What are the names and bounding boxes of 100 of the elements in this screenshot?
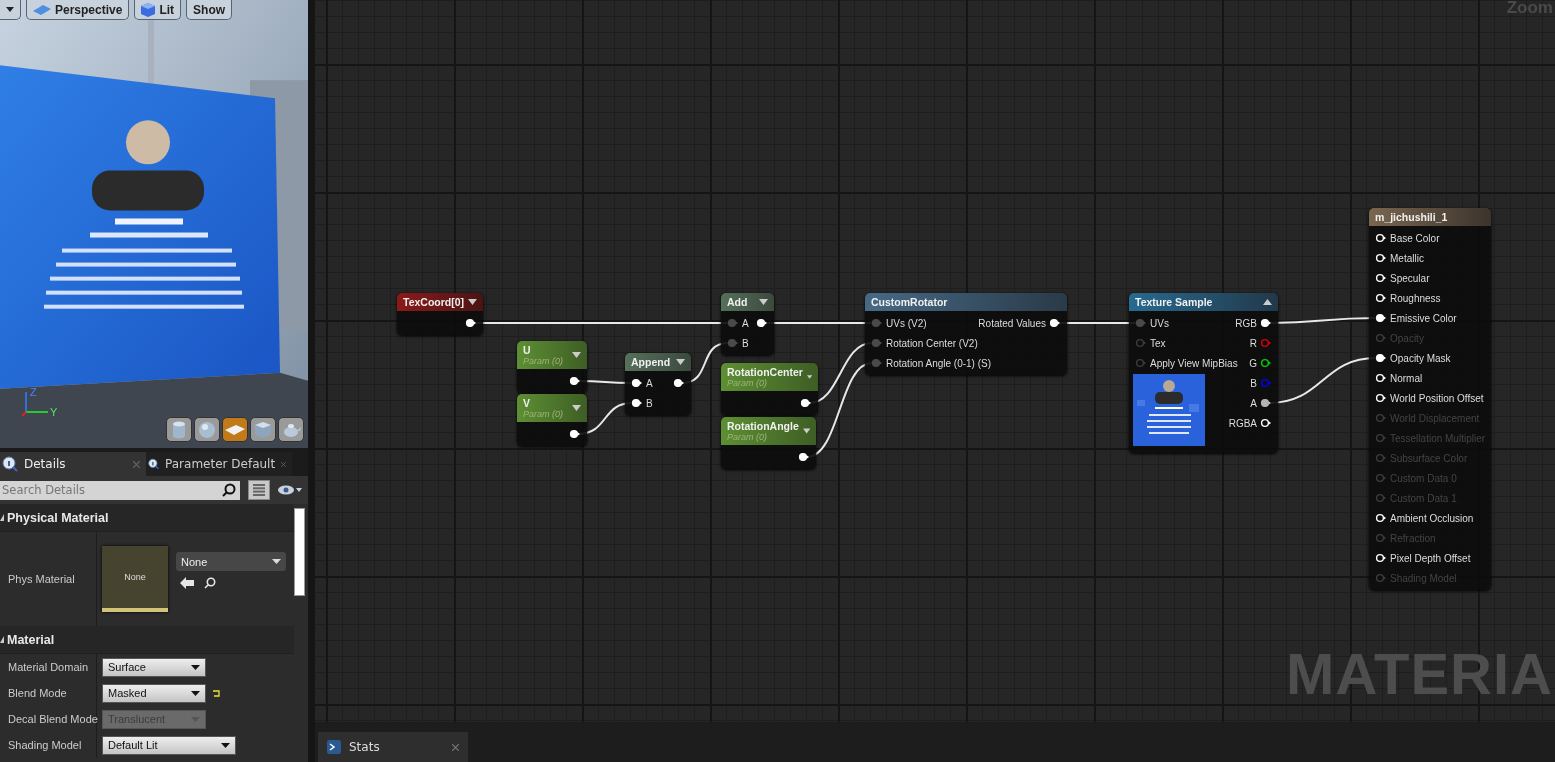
section-header[interactable]: Physical Material xyxy=(0,504,294,532)
material-node[interactable]: U Param (0) xyxy=(517,341,587,393)
pin-icon[interactable] xyxy=(800,398,812,408)
panel-tab[interactable]: Details xyxy=(0,452,146,476)
material-node[interactable]: TexCoord[0] xyxy=(397,293,483,335)
pin-label: Rotation Center (V2) xyxy=(886,337,978,349)
material-node[interactable]: CustomRotator UVs (V2) Rotated Values Rotation Center (V2) Rotation Angle (0-1) (S) xyxy=(865,293,1067,375)
material-node[interactable]: Texture Sample UVs RGB Tex R Apply View MipBias G B A RGBA xyxy=(1129,293,1278,453)
pin-label: B xyxy=(1250,377,1257,389)
scrollbar-thumb[interactable] xyxy=(294,508,305,596)
eye-icon[interactable] xyxy=(278,485,302,495)
panel-tab[interactable]: Stats xyxy=(318,732,468,762)
pin-icon[interactable] xyxy=(1375,353,1387,363)
pin-label: Rotated Values xyxy=(978,317,1046,329)
caret-icon[interactable] xyxy=(468,299,477,305)
pin-label: RGB xyxy=(1235,317,1257,329)
pin-icon[interactable] xyxy=(569,429,581,439)
dropdown[interactable]: Masked xyxy=(102,683,206,703)
viewport-toolbar-button[interactable]: Perspective xyxy=(26,0,130,20)
asset-dropdown[interactable]: None xyxy=(176,552,286,571)
caret-icon xyxy=(191,664,200,670)
pin-icon[interactable] xyxy=(673,378,685,388)
view-options-button[interactable] xyxy=(248,480,270,500)
left-arrow-icon[interactable] xyxy=(180,577,194,589)
pin-label: R xyxy=(1249,337,1257,349)
preview-shape-button[interactable] xyxy=(222,417,248,442)
teapot-icon xyxy=(281,421,301,438)
cube-icon xyxy=(255,421,271,438)
material-node[interactable]: RotationCenter Param (0) xyxy=(721,363,818,415)
close-icon[interactable] xyxy=(452,743,459,751)
pin-label: Apply View MipBias xyxy=(1150,357,1238,369)
viewport-menu-button[interactable] xyxy=(0,0,21,20)
search-icon[interactable] xyxy=(204,577,216,589)
pin-icon[interactable] xyxy=(1375,393,1387,403)
node-title: U xyxy=(523,344,532,356)
caret-icon[interactable] xyxy=(572,352,581,358)
search-field[interactable]: Search Details xyxy=(0,480,240,500)
pin-icon[interactable] xyxy=(1049,318,1061,328)
pin-icon[interactable] xyxy=(569,376,581,386)
collapse-arrow-icon xyxy=(0,636,4,643)
node-subtitle: Param (0) xyxy=(523,409,563,419)
preview-shape-button[interactable] xyxy=(194,417,220,442)
dropdown[interactable]: Surface xyxy=(102,657,206,677)
pin-icon[interactable] xyxy=(1375,233,1387,243)
material-node[interactable]: V Param (0) xyxy=(517,394,587,446)
info-icon xyxy=(2,456,18,472)
material-node[interactable]: RotationAngle Param (0) xyxy=(721,417,816,469)
material-node[interactable]: Append A B xyxy=(625,353,691,415)
pin-label: A xyxy=(742,317,749,329)
node-title: CustomRotator xyxy=(871,296,948,308)
asset-thumbnail[interactable]: None xyxy=(102,546,168,612)
material-node[interactable] xyxy=(1369,208,1491,590)
caret-icon xyxy=(191,690,200,696)
viewport-toolbar-button[interactable]: Show xyxy=(186,0,233,20)
caret-icon[interactable] xyxy=(759,299,768,305)
section-header[interactable]: Material xyxy=(0,626,294,654)
node-subtitle: Param (0) xyxy=(727,432,767,442)
caret-icon[interactable] xyxy=(1263,299,1272,305)
pin-label: Rotation Angle (0-1) (S) xyxy=(886,357,992,369)
node-title: Texture Sample xyxy=(1135,296,1213,308)
pin-icon[interactable] xyxy=(1260,398,1272,408)
pin-icon[interactable] xyxy=(1260,418,1272,428)
pin-icon[interactable] xyxy=(631,398,643,408)
preview-shape-button[interactable] xyxy=(166,417,192,442)
pin-label: Specular xyxy=(1390,272,1430,284)
pin-icon[interactable] xyxy=(631,378,643,388)
pin-label: RGBA xyxy=(1228,417,1257,429)
caret-icon xyxy=(272,559,281,564)
caret-icon xyxy=(6,7,14,12)
caret-icon[interactable] xyxy=(802,428,810,434)
cylinder-icon xyxy=(171,420,187,439)
pin-label: Pixel Depth Offset xyxy=(1390,552,1471,564)
pin-icon[interactable] xyxy=(1375,553,1387,563)
pin-icon[interactable] xyxy=(798,452,810,462)
pin-icon[interactable] xyxy=(1375,273,1387,283)
material-node[interactable]: Add A B xyxy=(721,293,774,355)
pin-label: A xyxy=(1250,397,1257,409)
caret-icon[interactable] xyxy=(676,359,685,365)
pin-label: Normal xyxy=(1390,372,1423,384)
caret-icon[interactable] xyxy=(572,405,581,411)
pin-icon[interactable] xyxy=(756,318,768,328)
pin-icon[interactable] xyxy=(1375,293,1387,303)
dropdown[interactable]: Default Lit xyxy=(102,735,236,755)
pin-icon[interactable] xyxy=(465,318,477,328)
pin-icon[interactable] xyxy=(1375,373,1387,383)
pin-icon[interactable] xyxy=(1260,318,1272,328)
pin-label: Base Color xyxy=(1390,232,1440,244)
pin-icon[interactable] xyxy=(1375,513,1387,523)
caret-icon[interactable] xyxy=(806,374,812,380)
pin-icon[interactable] xyxy=(1260,358,1272,368)
pin-icon[interactable] xyxy=(1375,253,1387,263)
preview-shape-button[interactable] xyxy=(250,417,276,442)
viewport-toolbar-button[interactable]: Lit xyxy=(134,0,182,20)
pin-icon[interactable] xyxy=(1375,313,1387,323)
pin-label: Tex xyxy=(1150,337,1166,349)
preview-shape-button[interactable] xyxy=(278,417,304,442)
panel-tab[interactable]: Parameter Default xyxy=(146,452,292,476)
info-icon xyxy=(148,456,160,472)
pin-label: A xyxy=(646,377,653,389)
node-title: m_jichushili_1 xyxy=(1375,211,1448,223)
